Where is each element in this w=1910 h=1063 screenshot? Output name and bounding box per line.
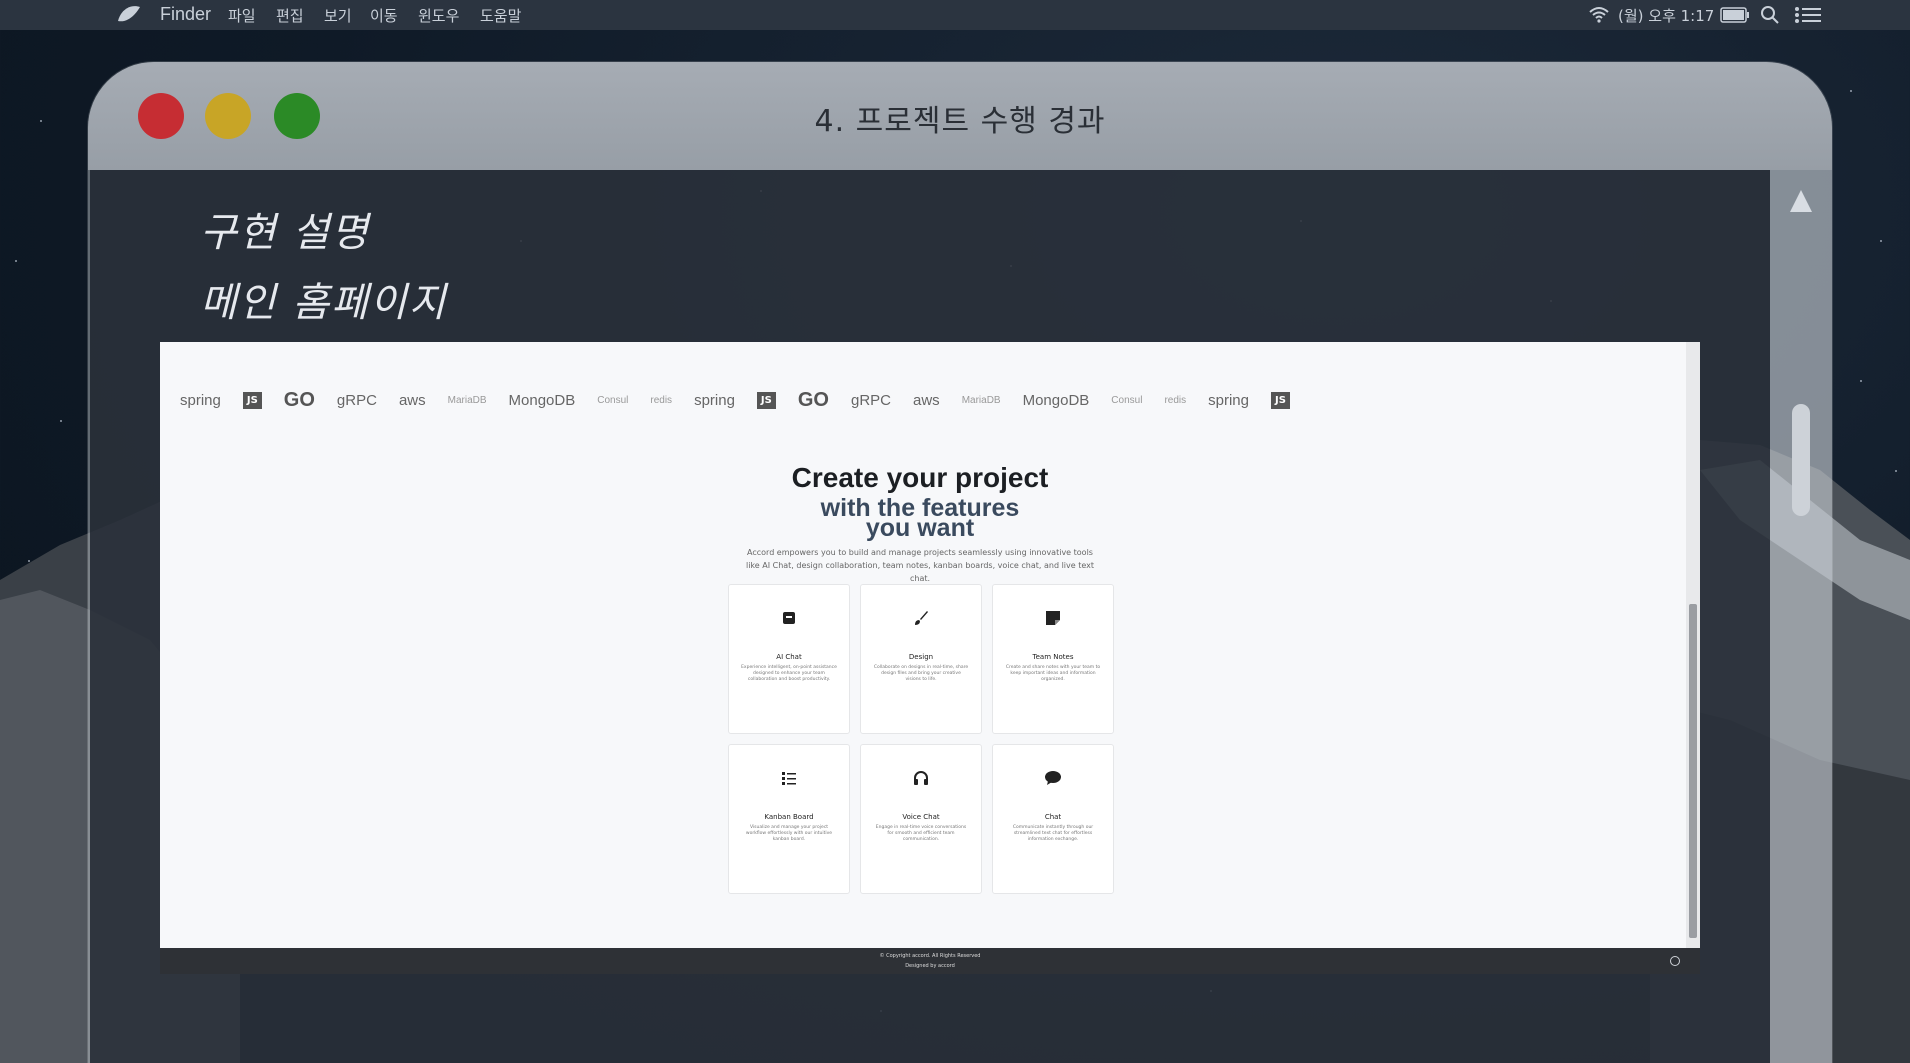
scrollbar-thumb[interactable] <box>1792 404 1810 516</box>
scroll-up-arrow-icon[interactable] <box>1790 190 1812 212</box>
site-scrollbar-thumb[interactable] <box>1689 604 1697 938</box>
logo-mongodb: MongoDB <box>1022 391 1090 409</box>
feature-title: AI Chat <box>776 653 802 661</box>
logo-spring: spring <box>1208 391 1249 409</box>
apple-logo-icon[interactable] <box>116 4 142 26</box>
list-check-icon <box>782 772 796 785</box>
logo-grpc: gRPC <box>850 391 891 409</box>
clock[interactable]: (월) 오후 1:17 <box>1618 5 1714 26</box>
feature-title: Voice Chat <box>902 813 940 821</box>
wifi-icon[interactable] <box>1588 5 1610 23</box>
logo-mongodb: MongoDB <box>508 391 576 409</box>
hero-description: Accord empowers you to build and manage … <box>745 548 1095 583</box>
feature-title: Team Notes <box>1032 653 1074 661</box>
app-name[interactable]: Finder <box>160 4 211 25</box>
feature-description: Create and share notes with your team to… <box>1005 665 1101 682</box>
feature-title: Design <box>908 653 934 661</box>
slide-heading: 구현 설명 <box>200 210 370 256</box>
feature-card-kanban-board[interactable]: Kanban Board Visualize and manage your p… <box>728 744 850 894</box>
logo-spring: spring <box>180 391 221 409</box>
logo-redis: redis <box>1164 394 1187 406</box>
paintbrush-icon <box>915 611 928 625</box>
logo-mariadb: MariaDB <box>447 394 487 406</box>
feature-description: Engage in real-time voice conversations … <box>875 825 967 842</box>
feature-description: Experience intelligent, on-point assista… <box>741 665 837 682</box>
menu-file[interactable]: 파일 <box>228 5 256 26</box>
logo-redis: redis <box>650 394 673 406</box>
window-scrollbar[interactable] <box>1770 170 1832 1063</box>
logo-consul: Consul <box>1111 394 1143 406</box>
logo-go: GO <box>797 388 829 411</box>
logo-js: JS <box>1270 391 1290 409</box>
title-bar: 4. 프로젝트 수행 경과 <box>88 62 1832 170</box>
hero-title: Create your project <box>791 462 1049 493</box>
tech-logo-strip: spring JS GO gRPC aws MariaDB MongoDB Co… <box>180 386 1680 414</box>
logo-spring: spring <box>694 391 735 409</box>
feature-card-ai-chat[interactable]: AI Chat Experience intelligent, on-point… <box>728 584 850 734</box>
site-footer: © Copyright accord. All Rights Reserved … <box>160 948 1700 974</box>
logo-go: GO <box>283 388 315 411</box>
note-icon <box>1046 611 1060 625</box>
feature-description: Collaborate on designs in real-time, sha… <box>873 665 969 682</box>
robot-icon <box>783 612 795 624</box>
menu-edit[interactable]: 편집 <box>276 5 304 26</box>
logo-js: JS <box>756 391 776 409</box>
website-screenshot: spring JS GO gRPC aws MariaDB MongoDB Co… <box>160 342 1700 974</box>
feature-title: Chat <box>1044 813 1062 821</box>
menu-window[interactable]: 윈도우 <box>418 5 459 26</box>
feature-description: Communicate instantly through our stream… <box>1012 825 1094 842</box>
logo-consul: Consul <box>597 394 629 406</box>
logo-aws: aws <box>913 391 940 409</box>
moon-icon <box>150 210 168 246</box>
settings-icon[interactable] <box>1670 956 1680 966</box>
logo-js: JS <box>242 391 262 409</box>
site-scrollbar[interactable] <box>1686 342 1700 948</box>
slide-subheading: 메인 홈페이지 <box>200 280 448 326</box>
window-title: 4. 프로젝트 수행 경과 <box>814 104 1106 139</box>
headphones-icon <box>914 771 928 785</box>
menu-help[interactable]: 도움말 <box>480 5 521 26</box>
logo-grpc: gRPC <box>336 391 377 409</box>
feature-card-chat[interactable]: Chat Communicate instantly through our s… <box>992 744 1114 894</box>
feature-title: Kanban Board <box>764 813 814 821</box>
menu-view[interactable]: 보기 <box>324 5 352 26</box>
feature-card-team-notes[interactable]: Team Notes Create and share notes with y… <box>992 584 1114 734</box>
footer-designed-by: Designed by accord <box>905 963 955 969</box>
menu-go[interactable]: 이동 <box>370 5 398 26</box>
list-menu-icon[interactable] <box>1794 6 1822 24</box>
logo-mariadb: MariaDB <box>961 394 1001 406</box>
hero-subtitle-line2: you want <box>865 514 975 542</box>
search-icon[interactable] <box>1760 5 1780 25</box>
chat-bubble-icon <box>1045 771 1061 785</box>
feature-card-design[interactable]: Design Collaborate on designs in real-ti… <box>860 584 982 734</box>
menu-bar: Finder 파일 편집 보기 이동 윈도우 도움말 (월) 오후 1:17 <box>0 0 1910 30</box>
footer-copyright: © Copyright accord. All Rights Reserved <box>879 953 981 959</box>
logo-aws: aws <box>398 391 426 409</box>
feature-description: Visualize and manage your project workfl… <box>745 825 833 842</box>
feature-card-voice-chat[interactable]: Voice Chat Engage in real-time voice con… <box>860 744 982 894</box>
battery-icon[interactable] <box>1720 7 1750 23</box>
